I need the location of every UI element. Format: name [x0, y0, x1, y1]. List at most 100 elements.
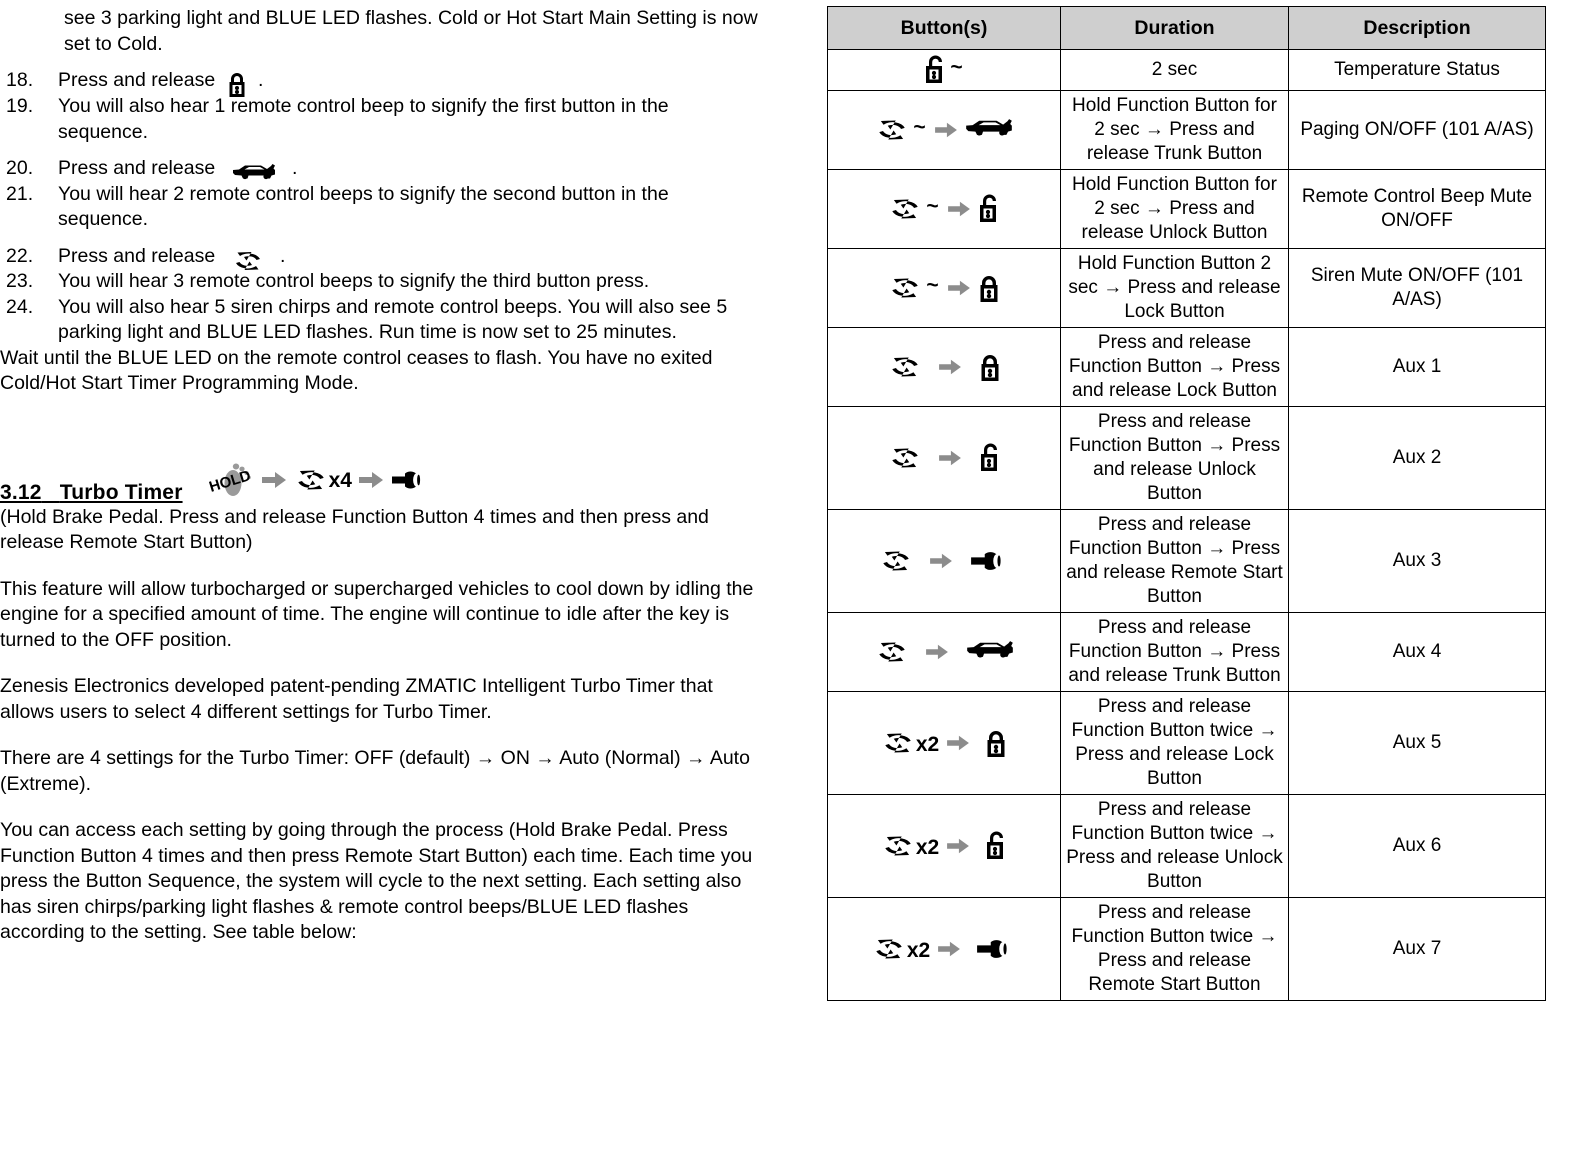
description-cell: Aux 7: [1288, 897, 1546, 1001]
icon-sequence: [833, 441, 1055, 475]
icon-sequence: [833, 639, 1055, 665]
remote-start-key-icon: [969, 547, 1011, 575]
button-sequence-cell: ~: [827, 169, 1061, 249]
list-item: 21. You will hear 2 remote control beeps…: [0, 182, 760, 233]
icon-sequence: ~: [833, 53, 1055, 87]
description-cell: Aux 1: [1288, 327, 1546, 407]
car-trunk-icon: [964, 118, 1014, 142]
step-label: Press and release: [58, 69, 216, 92]
section-title: Turbo Timer: [59, 480, 183, 504]
step-text: Press and release .: [58, 244, 760, 273]
icon-sequence: x2: [833, 829, 1055, 863]
step-number: 19.: [6, 95, 34, 117]
step-label-suffix: .: [258, 69, 264, 92]
duration-cell: Press and release Function Button twice …: [1060, 794, 1289, 898]
button-sequence-cell: [827, 509, 1061, 613]
icon-sequence: x2: [833, 935, 1055, 963]
description-cell: Aux 5: [1288, 691, 1546, 795]
arrow-right-icon: [946, 199, 972, 219]
table-row: x2 Press and release Function Button twi…: [827, 691, 1546, 795]
arrow-right-icon: [937, 448, 963, 468]
multiplier-label: x2: [915, 732, 940, 756]
lock-closed-icon: [984, 727, 1008, 759]
column-header-duration: Duration: [1060, 6, 1289, 50]
step-text: You will hear 3 remote control beeps to …: [58, 270, 650, 292]
arrow-right-icon: [357, 469, 385, 491]
step-text: Press and release .: [58, 68, 760, 97]
step-number: 21.: [6, 182, 34, 205]
refresh-cycle-icon: [878, 548, 914, 574]
left-text-column: see 3 parking light and BLUE LED flashes…: [0, 0, 760, 1162]
step-label-suffix: .: [280, 244, 286, 267]
table-row: Press and release Function Button → Pres…: [827, 509, 1546, 613]
description-cell: Aux 3: [1288, 509, 1546, 613]
refresh-cycle-icon: [874, 639, 910, 665]
car-trunk-icon: [965, 640, 1015, 664]
step-number: 18.: [6, 69, 34, 91]
table-row: Press and release Function Button → Pres…: [827, 406, 1546, 510]
lock-closed-icon: [977, 272, 1001, 304]
section-subtitle: (Hold Brake Pedal. Press and release Fun…: [0, 505, 709, 554]
refresh-cycle-icon: [293, 467, 329, 493]
body-paragraph-3: There are 4 settings for the Turbo Timer…: [0, 747, 750, 795]
button-sequence-cell: [827, 612, 1061, 692]
lock-open-icon: [978, 441, 1002, 475]
button-sequence-cell: x2: [827, 691, 1061, 795]
icon-sequence: ~: [833, 272, 1055, 304]
lock-open-icon: [984, 829, 1008, 863]
refresh-cycle-icon: [887, 445, 923, 471]
icon-sequence: [833, 351, 1055, 383]
button-sequence-cell: ~: [827, 90, 1061, 170]
arrow-right-icon: [260, 469, 288, 491]
arrow-right-icon: [937, 357, 963, 377]
continuation-paragraph: see 3 parking light and BLUE LED flashes…: [64, 7, 758, 55]
body-paragraph-4: You can access each setting by going thr…: [0, 819, 753, 943]
arrow-right-icon: [933, 120, 959, 140]
refresh-cycle-icon: [880, 833, 916, 859]
icon-sequence: ~: [833, 117, 1055, 143]
table-row: ~: [827, 169, 1546, 249]
table-row: x2 Press and release Function Button twi…: [827, 897, 1546, 1001]
arrow-right-icon: [945, 836, 971, 856]
tilde-icon: ~: [913, 115, 926, 139]
button-sequence-cell: x2: [827, 897, 1061, 1001]
table-header-row: Button(s) Duration Description: [827, 6, 1546, 50]
duration-cell: Hold Function Button for 2 sec → Press a…: [1060, 169, 1289, 249]
arrow-right-icon: [928, 551, 954, 571]
list-item: 19. You will also hear 1 remote control …: [0, 94, 760, 145]
lock-open-icon: [923, 53, 947, 87]
car-trunk-icon: [231, 163, 277, 185]
duration-cell: Press and release Function Button → Pres…: [1060, 406, 1289, 510]
refresh-cycle-icon: [231, 249, 265, 273]
closing-paragraph: Wait until the BLUE LED on the remote co…: [0, 346, 713, 395]
icon-sequence: ~: [833, 192, 1055, 226]
lock-open-icon: [977, 192, 1001, 226]
table-row: Press and release Function Button → Pres…: [827, 327, 1546, 407]
duration-cell: Press and release Function Button twice …: [1060, 897, 1289, 1001]
step-text: You will also hear 5 siren chirps and re…: [58, 295, 728, 344]
list-item: 23. You will hear 3 remote control beeps…: [0, 269, 760, 295]
remote-start-key-icon: [975, 935, 1017, 963]
refresh-cycle-icon: [880, 730, 916, 756]
duration-cell: Press and release Function Button twice …: [1060, 691, 1289, 795]
button-sequence-cell: [827, 327, 1061, 407]
tilde-icon: ~: [926, 194, 939, 218]
icon-sequence: x2: [833, 727, 1055, 759]
list-item: 22. Press and release .: [0, 244, 760, 273]
refresh-cycle-icon: [887, 196, 923, 222]
list-item: 24. You will also hear 5 siren chirps an…: [0, 295, 760, 346]
section-icon-sequence: HOLD x4: [209, 459, 430, 501]
description-cell: Temperature Status: [1288, 49, 1546, 91]
body-paragraph-2: Zenesis Electronics developed patent-pen…: [0, 675, 713, 723]
button-sequence-table-wrap: Button(s) Duration Description ~ 2 sec T…: [827, 6, 1546, 1001]
duration-cell: Press and release Function Button → Pres…: [1060, 327, 1289, 407]
step-text: You will hear 2 remote control beeps to …: [58, 182, 669, 231]
list-item: 20. Press and release .: [0, 156, 760, 182]
column-header-description: Description: [1288, 6, 1546, 50]
duration-cell: Press and release Function Button → Pres…: [1060, 509, 1289, 613]
page-title: 3.12 Turbo Timer: [0, 481, 183, 505]
arrow-right-icon: [946, 278, 972, 298]
button-sequence-cell: x2: [827, 794, 1061, 898]
icon-sequence: [833, 547, 1055, 575]
list-item: 18. Press and release .: [0, 68, 760, 97]
